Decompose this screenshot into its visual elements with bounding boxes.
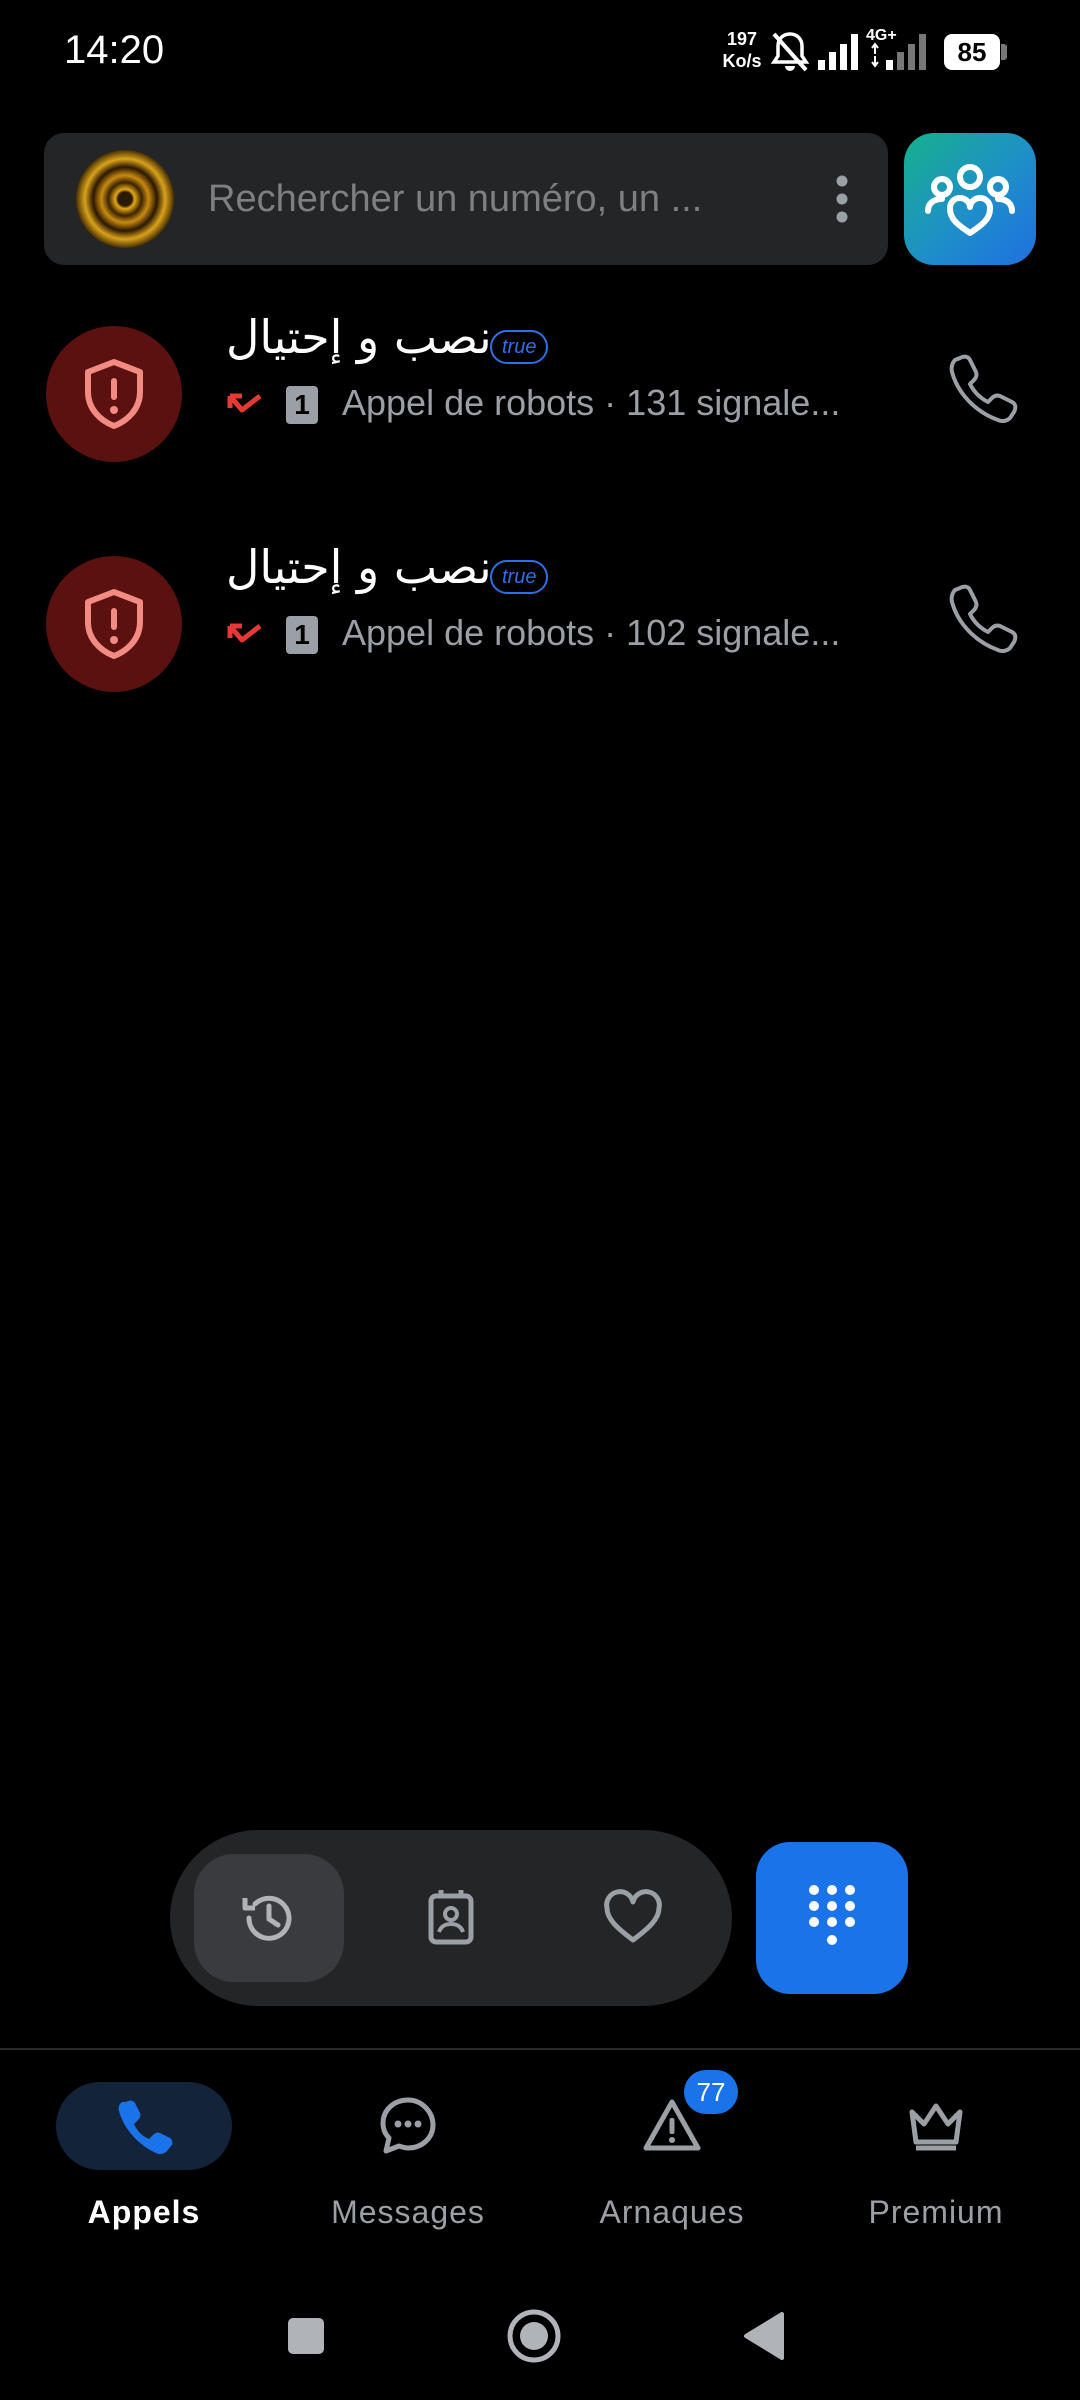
nav-premium-icon-wrap: [848, 2082, 1024, 2170]
status-time: 14:20: [64, 28, 165, 72]
nav-appels[interactable]: Appels: [28, 2082, 258, 2242]
status-bar: 14:20 197 Ko/s 4G+ 85: [0, 0, 1080, 110]
profile-avatar[interactable]: [76, 150, 174, 248]
nav-label: Premium: [868, 2194, 1004, 2230]
nav-premium[interactable]: Premium: [820, 2082, 1050, 2242]
bell-muted-icon: [770, 30, 810, 79]
nav-appels-icon-wrap: [56, 2082, 232, 2170]
battery-indicator: 85: [944, 34, 1000, 70]
home-button[interactable]: [506, 2308, 562, 2369]
shield-alert-icon: [85, 589, 143, 659]
tag-badge: true: [490, 560, 549, 594]
scam-avatar: [46, 556, 182, 692]
scam-count-badge: 77: [684, 2070, 738, 2114]
nav-label: Arnaques: [599, 2194, 745, 2230]
crown-icon: [909, 2103, 963, 2151]
favorites-button[interactable]: [558, 1854, 708, 1982]
call-description: Appel de robots · 102 signale...: [342, 612, 841, 653]
missed-call-icon: [226, 390, 266, 429]
recents-button[interactable]: [286, 2308, 326, 2369]
phone-icon: [118, 2100, 173, 2155]
call-description: Appel de robots · 131 signale...: [342, 382, 841, 423]
dialpad-button[interactable]: [756, 1842, 908, 1994]
nav-messages[interactable]: Messages: [292, 2082, 522, 2242]
nav-label: Messages: [331, 2194, 485, 2230]
back-triangle-icon: [744, 2312, 784, 2360]
battery-tip: [1001, 44, 1007, 60]
sim-icon: 1: [286, 616, 318, 654]
home-circle-icon: [507, 2309, 561, 2363]
network-speed: 197 Ko/s: [722, 29, 762, 71]
caller-name: نصب و إحتيال: [226, 310, 492, 364]
phone-icon: [949, 354, 1018, 424]
dialpad-icon: [809, 1885, 855, 1945]
contacts-button[interactable]: [376, 1854, 526, 1982]
history-icon: [242, 1895, 292, 1941]
search-input[interactable]: Rechercher un numéro, un ...: [208, 133, 702, 265]
nav-label: Appels: [87, 2194, 201, 2230]
back-button[interactable]: [742, 2308, 786, 2369]
nav-divider: [0, 2048, 1080, 2050]
svg-text:4G+: 4G+: [866, 27, 897, 44]
family-icon: [904, 164, 1036, 269]
history-button[interactable]: [194, 1854, 344, 1982]
call-list-item[interactable]: نصب و إحتيال true 1 Appel de robots · 10…: [0, 530, 1080, 700]
signal-4g-icon: 4G+: [866, 26, 936, 79]
nav-messages-icon-wrap: [320, 2082, 496, 2170]
signal-icon: [816, 30, 860, 79]
search-bar[interactable]: Rechercher un numéro, un ...: [44, 133, 888, 265]
square-icon: [288, 2318, 324, 2354]
shield-alert-icon: [85, 359, 143, 429]
nav-arnaques[interactable]: Arnaques: [556, 2082, 786, 2242]
call-back-button[interactable]: [944, 580, 1020, 656]
tag-badge: true: [490, 330, 549, 364]
caller-name: نصب و إحتيال: [226, 540, 492, 594]
heart-icon: [604, 1889, 662, 1943]
missed-call-icon: [226, 620, 266, 659]
phone-icon: [949, 584, 1018, 654]
call-list-item[interactable]: نصب و إحتيال true 1 Appel de robots · 13…: [0, 300, 1080, 470]
call-back-button[interactable]: [944, 350, 1020, 426]
more-options-icon[interactable]: [812, 169, 872, 229]
call-view-switcher: [170, 1830, 732, 2006]
scam-avatar: [46, 326, 182, 462]
contacts-icon: [428, 1890, 474, 1945]
chat-bubble-icon: [380, 2097, 436, 2154]
sim-icon: 1: [286, 386, 318, 424]
family-protection-button[interactable]: [904, 133, 1036, 265]
